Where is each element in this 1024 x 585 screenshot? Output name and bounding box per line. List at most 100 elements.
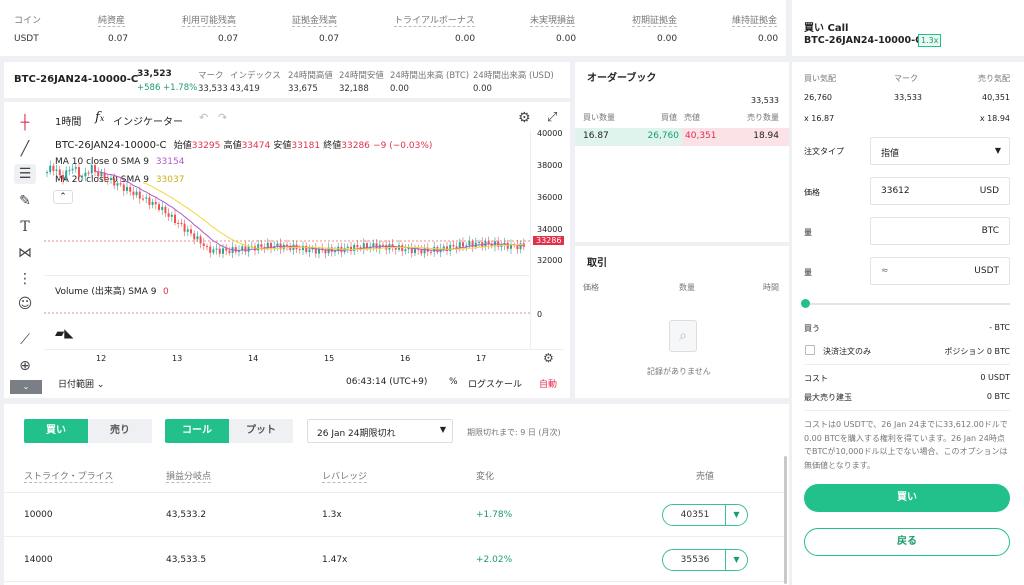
candle [442, 246, 445, 249]
scrollbar[interactable] [784, 456, 787, 584]
trades-empty-text: 記録がありません [647, 367, 711, 376]
qty-slider[interactable] [801, 299, 1010, 308]
ticker-change: +586 +1.78% [137, 83, 198, 93]
horizontal-lines-icon[interactable]: ☰ [14, 164, 36, 184]
tab-put[interactable]: プット [229, 419, 293, 443]
qty-usdt-input[interactable]: ≈ USDT [870, 257, 1010, 285]
tab-sell[interactable]: 売り [88, 419, 152, 443]
tab-call[interactable]: コール [165, 419, 229, 443]
collapse-toolbar-button[interactable]: ⌄ [10, 380, 42, 394]
orderbook-top-price: 33,533 [751, 96, 779, 105]
candle [372, 243, 375, 247]
trendline-icon[interactable]: ╱ [14, 139, 36, 159]
text-icon[interactable]: T [14, 217, 36, 237]
candle [228, 250, 231, 253]
settings-icon[interactable]: ⚙ [518, 110, 531, 126]
chart-time: 06:43:14 (UTC+9) [346, 377, 428, 387]
candle [138, 191, 141, 199]
ruler-icon[interactable]: ⟋ [14, 330, 36, 350]
panel-divider [804, 410, 1010, 411]
percent-toggle[interactable]: % [449, 377, 458, 387]
axis-settings-icon[interactable]: ⚙ [543, 351, 554, 365]
price-input[interactable]: 33612 USD [870, 177, 1010, 205]
panel-symbol: BTC-26JAN24-10000-C [804, 35, 923, 46]
breakeven: 43,533.2 [166, 510, 207, 520]
assets-header-coin: コイン [14, 16, 42, 26]
candle [350, 246, 352, 252]
qty-label: 量 [804, 228, 812, 237]
candle [308, 249, 311, 253]
tab-buy[interactable]: 買い [24, 419, 88, 443]
pattern-icon[interactable]: ⋈ [14, 243, 36, 263]
indicators-icon[interactable]: fx [95, 110, 104, 125]
x-tick: 12 [96, 354, 107, 363]
breakeven: 43,533.5 [166, 555, 207, 565]
slider-handle[interactable] [801, 299, 810, 308]
qty-input[interactable]: BTC [870, 217, 1010, 245]
empty-records-icon: ⌕ [669, 320, 697, 352]
candle [100, 172, 103, 177]
ask-price: 35536 [680, 555, 710, 565]
header-change: 変化 [476, 472, 495, 482]
date-range-button[interactable]: 日付範囲 ⌄ [58, 377, 104, 390]
price-unit: USD [979, 186, 999, 196]
chart-price-axis-divider [530, 130, 531, 350]
chevron-down-icon[interactable]: ▼ [725, 505, 747, 525]
forecast-icon[interactable]: ⋮ [14, 269, 36, 289]
interval-selector[interactable]: 1時間 [55, 113, 81, 128]
leverage-badge: 1.3x [918, 34, 942, 47]
candle [186, 229, 189, 232]
chevron-down-icon[interactable]: ▼ [725, 550, 747, 570]
ask-qty: 18.94 [753, 131, 779, 141]
indicators-button[interactable]: インジケーター [113, 113, 183, 128]
quote-ask: 40,351 [982, 93, 1010, 102]
x-tick: 14 [248, 354, 259, 363]
undo-icon[interactable]: ↶ [199, 111, 208, 124]
orderbook-row[interactable]: 16.87 26,760 40,351 18.94 [575, 128, 789, 146]
candle [81, 176, 84, 178]
table-row[interactable]: 10000 43,533.2 1.3x +1.78% 40351 ▼ [4, 493, 784, 537]
candle [135, 191, 138, 196]
assets-summary: コイン 純資産 利用可能残高 証拠金残高 トライアルボーナス 未実現損益 初期証… [0, 0, 786, 56]
options-panel: 買い 売り コール プット 26 Jan 24期限切れ ▼ 期限切れまで: 9 … [4, 404, 789, 585]
log-scale-toggle[interactable]: ログスケール [468, 377, 522, 390]
back-button[interactable]: 戻る [804, 528, 1010, 556]
redo-icon[interactable]: ↷ [218, 111, 227, 124]
table-row[interactable]: 14000 43,533.5 1.47x +2.02% 35536 ▼ [4, 538, 784, 582]
ticker-symbol[interactable]: BTC-26JAN24-10000-C [14, 74, 138, 85]
emoji-icon[interactable]: ☺ [14, 294, 36, 314]
ask-price: 40351 [680, 510, 710, 520]
quote-bid-size: x 16.87 [804, 114, 835, 123]
brush-icon[interactable]: ✎ [14, 191, 36, 211]
candle [177, 222, 180, 224]
candle [356, 245, 359, 248]
price-chart[interactable] [44, 130, 530, 352]
ma10-line [94, 170, 524, 252]
settle-only-checkbox[interactable] [805, 345, 815, 355]
candle [62, 174, 64, 180]
candle [65, 170, 68, 180]
order-type-select[interactable]: 指値 ▼ [870, 137, 1010, 165]
candle [142, 198, 144, 200]
settle-only-label[interactable]: 決済注文のみ [823, 346, 871, 357]
ask-price-button[interactable]: 35536 ▼ [662, 549, 748, 571]
max-short-label: 最大売り建玉 [804, 393, 852, 402]
zoom-in-icon[interactable]: ⊕ [14, 356, 36, 376]
assets-initial-margin: 0.00 [657, 34, 678, 44]
auto-scale-toggle[interactable]: 自動 [539, 377, 557, 390]
x-tick: 13 [172, 354, 183, 363]
expiry-select[interactable]: 26 Jan 24期限切れ ▼ [307, 419, 453, 443]
buy-button[interactable]: 買い [804, 484, 1010, 512]
quote-ask-label: 売り気配 [978, 74, 1010, 83]
ticker-mark: 33,533 [198, 84, 228, 94]
fullscreen-icon[interactable]: ⤢ [547, 110, 557, 125]
candle [94, 165, 96, 172]
current-price-tag: 33286 [533, 236, 565, 245]
ask-price-button[interactable]: 40351 ▼ [662, 504, 748, 526]
candle [164, 206, 167, 214]
candle [78, 167, 80, 178]
crosshair-icon[interactable]: ┼ [14, 113, 36, 133]
strike: 14000 [24, 555, 53, 565]
y-tick: 36000 [537, 193, 563, 202]
candle [225, 248, 228, 251]
